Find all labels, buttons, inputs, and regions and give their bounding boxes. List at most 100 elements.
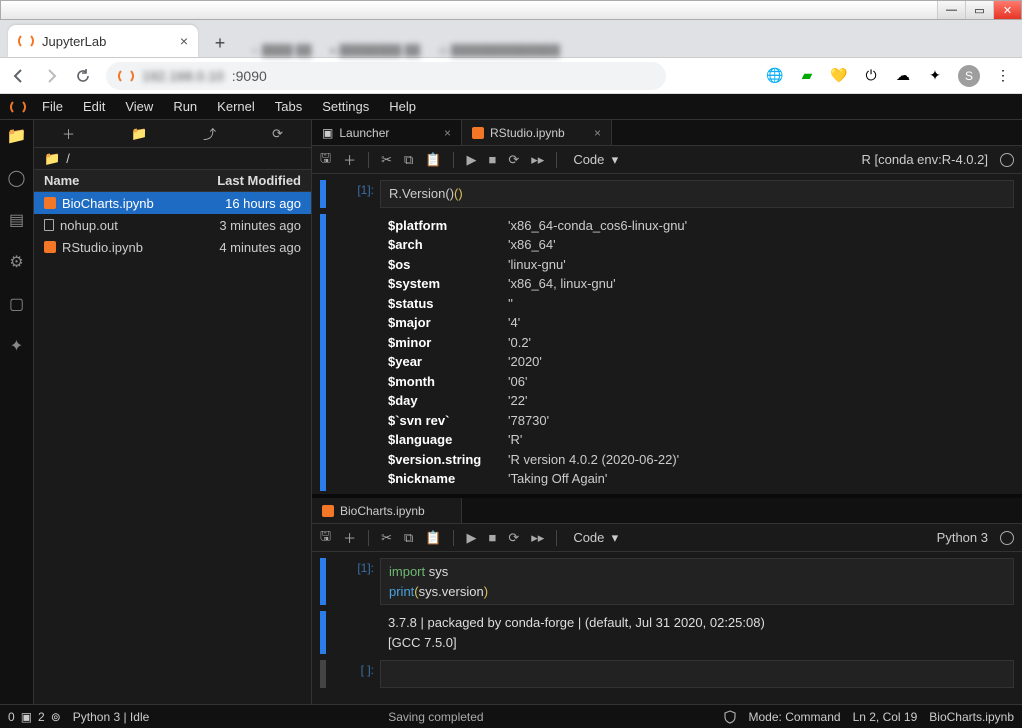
propertyinspector-tab-icon[interactable]: ⚙ xyxy=(9,252,23,272)
restart-button[interactable]: ⟳ xyxy=(508,530,519,546)
interrupt-button[interactable]: ■ xyxy=(488,152,496,167)
menu-kernel[interactable]: Kernel xyxy=(207,99,265,114)
ext-heart-icon[interactable]: 💛 xyxy=(830,67,848,85)
status-kernel[interactable]: Python 3 | Idle xyxy=(73,710,150,724)
notebook-icon xyxy=(472,127,484,139)
insert-cell-button[interactable]: ＋ xyxy=(343,528,356,547)
kebab-menu-icon[interactable]: ⋮ xyxy=(994,67,1012,85)
tab-biocharts[interactable]: BioCharts.ipynb xyxy=(312,498,462,523)
status-path[interactable]: BioCharts.ipynb xyxy=(929,710,1014,724)
run-button[interactable]: ▶ xyxy=(466,530,476,546)
top-tabbar: ▣ Launcher × RStudio.ipynb × xyxy=(312,120,1022,146)
crumb-root[interactable]: / xyxy=(66,151,70,166)
kernel-name[interactable]: Python 3 xyxy=(937,530,988,545)
celltype-select[interactable]: Code ▾ xyxy=(569,530,622,546)
code-source-empty[interactable] xyxy=(380,660,1014,688)
reload-button[interactable] xyxy=(74,67,92,85)
ext-power-icon[interactable]: ⏻ xyxy=(862,67,880,85)
bot-nb-toolbar: 🖫 ＋ ✂ ⧉ 📋 ▶ ■ ⟳ ▸▸ Code ▾ Python 3 xyxy=(312,524,1022,552)
kernel-status-icon xyxy=(1000,153,1014,167)
window-close-button[interactable]: ✕ xyxy=(993,1,1021,19)
refresh-button[interactable]: ⟳ xyxy=(272,126,283,142)
running-tab-icon[interactable]: ◯ xyxy=(8,168,26,188)
status-mode[interactable]: Mode: Command xyxy=(749,710,841,724)
dock-panel: ▣ Launcher × RStudio.ipynb × 🖫 ＋ ✂ ⧉ 📋 ▶ xyxy=(312,120,1022,704)
menu-help[interactable]: Help xyxy=(379,99,426,114)
browser-toolbar: 192.168.0.10 :9090 🌐 ▰ 💛 ⏻ ☁ ✦ S ⋮ xyxy=(0,58,1022,94)
jupyter-logo-icon xyxy=(4,94,32,120)
paste-button[interactable]: 📋 xyxy=(425,530,441,546)
status-terminals[interactable]: 0▣2⊚ xyxy=(8,710,61,724)
ext-cloud-icon[interactable]: ☁ xyxy=(894,67,912,85)
celltype-select[interactable]: Code ▾ xyxy=(569,152,622,168)
fb-header-name[interactable]: Name xyxy=(44,173,79,188)
menu-view[interactable]: View xyxy=(115,99,163,114)
url-port: :9090 xyxy=(232,68,267,84)
interrupt-button[interactable]: ■ xyxy=(488,530,496,545)
profile-avatar[interactable]: S xyxy=(958,65,980,87)
code-cell[interactable]: [1]: R.Version()() xyxy=(320,180,1014,208)
openfiles-tab-icon[interactable]: ▢ xyxy=(9,294,24,314)
ext-globe-icon[interactable]: 🌐 xyxy=(766,67,784,85)
browser-tab-strip: JupyterLab × + ◐ ████ ██● ████████ ██◎ █… xyxy=(0,20,1022,58)
commands-tab-icon[interactable]: ▤ xyxy=(9,210,24,230)
forward-button[interactable] xyxy=(42,67,60,85)
menu-file[interactable]: File xyxy=(32,99,73,114)
fb-item[interactable]: nohup.out3 minutes ago xyxy=(34,214,311,236)
fb-item[interactable]: RStudio.ipynb4 minutes ago xyxy=(34,236,311,258)
upload-button[interactable]: ⤴ xyxy=(203,124,216,143)
paste-button[interactable]: 📋 xyxy=(425,152,441,168)
fb-item-modified: 16 hours ago xyxy=(225,196,301,211)
extensionmanager-tab-icon[interactable]: ✦ xyxy=(10,336,23,356)
save-button[interactable]: 🖫 xyxy=(320,527,331,549)
new-folder-button[interactable]: 📁 xyxy=(131,126,147,142)
code-cell-empty[interactable]: [ ]: xyxy=(320,660,1014,688)
close-icon[interactable]: × xyxy=(444,126,451,140)
copy-button[interactable]: ⧉ xyxy=(404,152,413,168)
runall-button[interactable]: ▸▸ xyxy=(531,530,544,546)
tab-rstudio[interactable]: RStudio.ipynb × xyxy=(462,120,612,145)
tab-launcher[interactable]: ▣ Launcher × xyxy=(312,120,462,145)
runall-button[interactable]: ▸▸ xyxy=(531,152,544,168)
save-button[interactable]: 🖫 xyxy=(320,149,331,171)
fb-item-name: BioCharts.ipynb xyxy=(62,196,154,211)
filebrowser-tab-icon[interactable]: 📁 xyxy=(7,126,27,146)
fb-header-mod[interactable]: Last Modified xyxy=(217,173,301,188)
fb-item-name: RStudio.ipynb xyxy=(62,240,143,255)
fb-item[interactable]: BioCharts.ipynb 16 hours ago xyxy=(34,192,311,214)
fb-toolbar: ＋ 📁 ⤴ ⟳ xyxy=(34,120,311,148)
window-maximize-button[interactable]: ▭ xyxy=(965,1,993,19)
code-source[interactable]: R.Version()() xyxy=(380,180,1014,208)
bot-notebook[interactable]: [1]: import sys print(sys.version) 3.7.8… xyxy=(312,552,1022,704)
new-tab-button[interactable]: + xyxy=(206,29,234,57)
extensions-icon[interactable]: ✦ xyxy=(926,67,944,85)
cut-button[interactable]: ✂ xyxy=(381,530,392,546)
restart-button[interactable]: ⟳ xyxy=(508,152,519,168)
run-button[interactable]: ▶ xyxy=(466,152,476,168)
copy-button[interactable]: ⧉ xyxy=(404,530,413,546)
top-notebook[interactable]: [1]: R.Version()() $platform'x86_64-cond… xyxy=(312,174,1022,494)
output-area: $platform'x86_64-conda_cos6-linux-gnu'$a… xyxy=(380,214,1014,491)
menu-settings[interactable]: Settings xyxy=(312,99,379,114)
tab-label: RStudio.ipynb xyxy=(490,126,565,140)
menu-tabs[interactable]: Tabs xyxy=(265,99,312,114)
code-source[interactable]: import sys print(sys.version) xyxy=(380,558,1014,605)
menu-edit[interactable]: Edit xyxy=(73,99,115,114)
menu-run[interactable]: Run xyxy=(163,99,207,114)
new-launcher-button[interactable]: ＋ xyxy=(62,124,75,143)
breadcrumb[interactable]: 📁 / xyxy=(34,148,311,170)
tab-close-icon[interactable]: × xyxy=(180,33,188,49)
address-bar[interactable]: 192.168.0.10 :9090 xyxy=(106,62,666,90)
trust-icon[interactable] xyxy=(723,710,737,724)
cut-button[interactable]: ✂ xyxy=(381,152,392,168)
back-button[interactable] xyxy=(10,67,28,85)
ext-green-icon[interactable]: ▰ xyxy=(798,67,816,85)
notebook-icon xyxy=(44,197,56,209)
insert-cell-button[interactable]: ＋ xyxy=(343,150,356,169)
window-minimize-button[interactable]: — xyxy=(937,1,965,19)
close-icon[interactable]: × xyxy=(594,126,601,140)
code-cell[interactable]: [1]: import sys print(sys.version) xyxy=(320,558,1014,605)
browser-tab-active[interactable]: JupyterLab × xyxy=(8,25,198,57)
kernel-name[interactable]: R [conda env:R-4.0.2] xyxy=(862,152,988,167)
status-cursor[interactable]: Ln 2, Col 19 xyxy=(853,710,918,724)
